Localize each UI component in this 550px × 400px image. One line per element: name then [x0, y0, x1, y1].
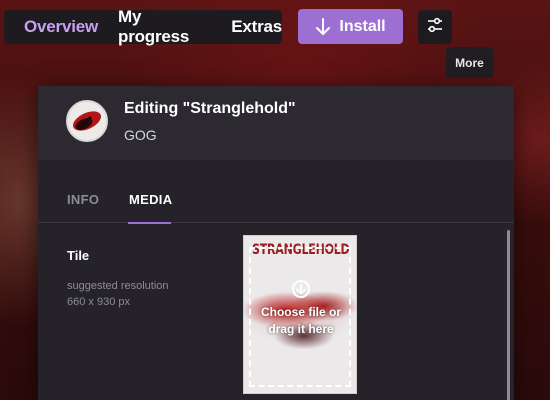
- more-settings-button[interactable]: [418, 10, 452, 44]
- dropzone-overlay: Choose file or drag it here: [244, 276, 356, 356]
- install-label: Install: [339, 17, 386, 35]
- more-tooltip: More: [446, 47, 493, 78]
- tab-my-progress[interactable]: My progress: [118, 7, 211, 47]
- game-avatar: [66, 100, 108, 142]
- dialog-tabs: INFO MEDIA: [38, 160, 514, 224]
- media-panel: Tile suggested resolution 660 x 930 px S…: [38, 224, 514, 400]
- tab-overview[interactable]: Overview: [24, 17, 98, 37]
- dialog-header: Editing "Stranglehold" GOG: [38, 86, 514, 160]
- tooltip-text: More: [455, 55, 484, 70]
- edit-game-dialog: Editing "Stranglehold" GOG INFO MEDIA Ti…: [38, 86, 514, 400]
- resolution-hint-label: suggested resolution: [67, 280, 169, 292]
- dropzone-text: Choose file or drag it here: [260, 305, 341, 336]
- sliders-icon: [426, 16, 444, 39]
- tile-upload-dropzone[interactable]: STRANGLEHOLD Choose file or drag it here: [243, 235, 357, 394]
- resolution-hint-value: 660 x 930 px: [67, 296, 130, 308]
- dialog-title: Editing "Stranglehold": [124, 100, 296, 117]
- tab-info[interactable]: INFO: [67, 192, 99, 207]
- download-circle-icon: [292, 280, 310, 298]
- tab-extras[interactable]: Extras: [231, 17, 282, 37]
- content-scrollbar[interactable]: [507, 230, 510, 400]
- arrow-down-icon: [315, 17, 331, 36]
- install-button[interactable]: Install: [298, 9, 403, 44]
- tile-field-label: Tile: [67, 248, 90, 263]
- platform-label: GOG: [124, 127, 157, 143]
- top-nav: Overview My progress Extras: [4, 7, 282, 47]
- tab-media[interactable]: MEDIA: [129, 192, 172, 207]
